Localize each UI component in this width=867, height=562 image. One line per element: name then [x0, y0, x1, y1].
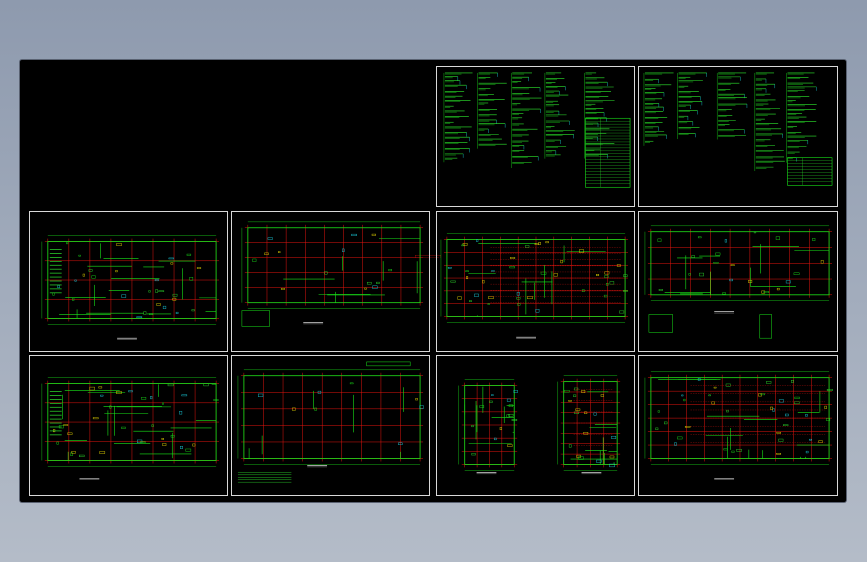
system-diagram-sheet-2[interactable]	[638, 66, 838, 207]
floor-plan-8-drawing	[644, 371, 833, 480]
floor-plan-4-drawing	[644, 225, 833, 339]
floor-plan-sheet-7[interactable]	[436, 355, 635, 496]
floor-plan-3-drawing	[440, 233, 629, 339]
system-diagram-sheet-1[interactable]	[436, 66, 635, 207]
floor-plan-sheet-1[interactable]	[29, 211, 228, 352]
system-diagram-2-drawing	[643, 72, 833, 186]
floor-plan-sheet-2[interactable]	[231, 211, 430, 352]
floor-plan-1-drawing	[41, 235, 220, 340]
floor-plan-sheet-5[interactable]	[29, 355, 228, 496]
floor-plan-6-drawing	[237, 361, 424, 483]
floor-plan-sheet-3[interactable]	[436, 211, 635, 352]
floor-plan-5-drawing	[41, 377, 220, 480]
system-diagram-1-drawing	[443, 72, 631, 188]
floor-plan-sheet-4[interactable]	[638, 211, 838, 352]
floor-plan-sheet-6[interactable]	[231, 355, 430, 496]
floor-plan-2-drawing	[241, 221, 424, 327]
floor-plan-sheet-8[interactable]	[638, 355, 838, 496]
cad-drawing-canvas[interactable]	[20, 60, 846, 502]
floor-plan-7-drawing	[458, 375, 621, 474]
